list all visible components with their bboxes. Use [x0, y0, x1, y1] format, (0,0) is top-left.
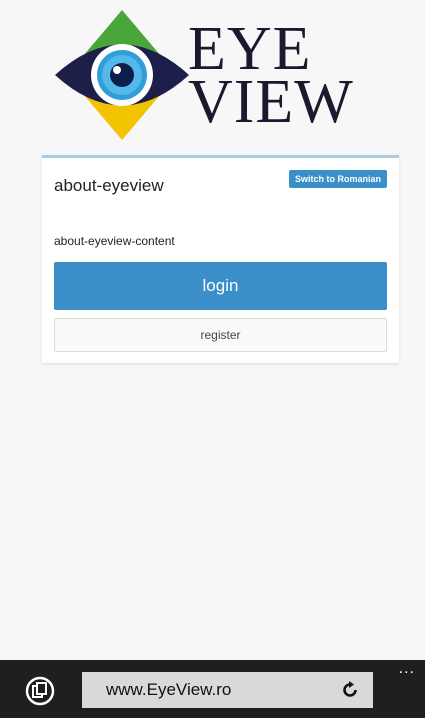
logo-text-view: VIEW — [188, 68, 354, 136]
refresh-icon[interactable] — [341, 681, 359, 699]
about-card: about-eyeview Switch to Romanian about-e… — [42, 155, 399, 363]
address-bar[interactable]: www.EyeView.ro — [82, 672, 373, 708]
tabs-icon[interactable] — [25, 676, 55, 706]
switch-language-button[interactable]: Switch to Romanian — [288, 170, 387, 188]
login-button[interactable]: login — [54, 262, 387, 310]
register-button[interactable]: register — [54, 318, 387, 352]
about-content-text: about-eyeview-content — [54, 234, 175, 248]
url-text[interactable]: www.EyeView.ro — [106, 680, 231, 700]
eyeview-logo: EYE VIEW — [55, 8, 385, 143]
page-title: about-eyeview — [54, 176, 164, 195]
more-options-icon[interactable]: ... — [399, 661, 415, 677]
eye-logo-icon — [55, 10, 189, 140]
browser-bottom-bar: www.EyeView.ro ... — [0, 660, 425, 718]
